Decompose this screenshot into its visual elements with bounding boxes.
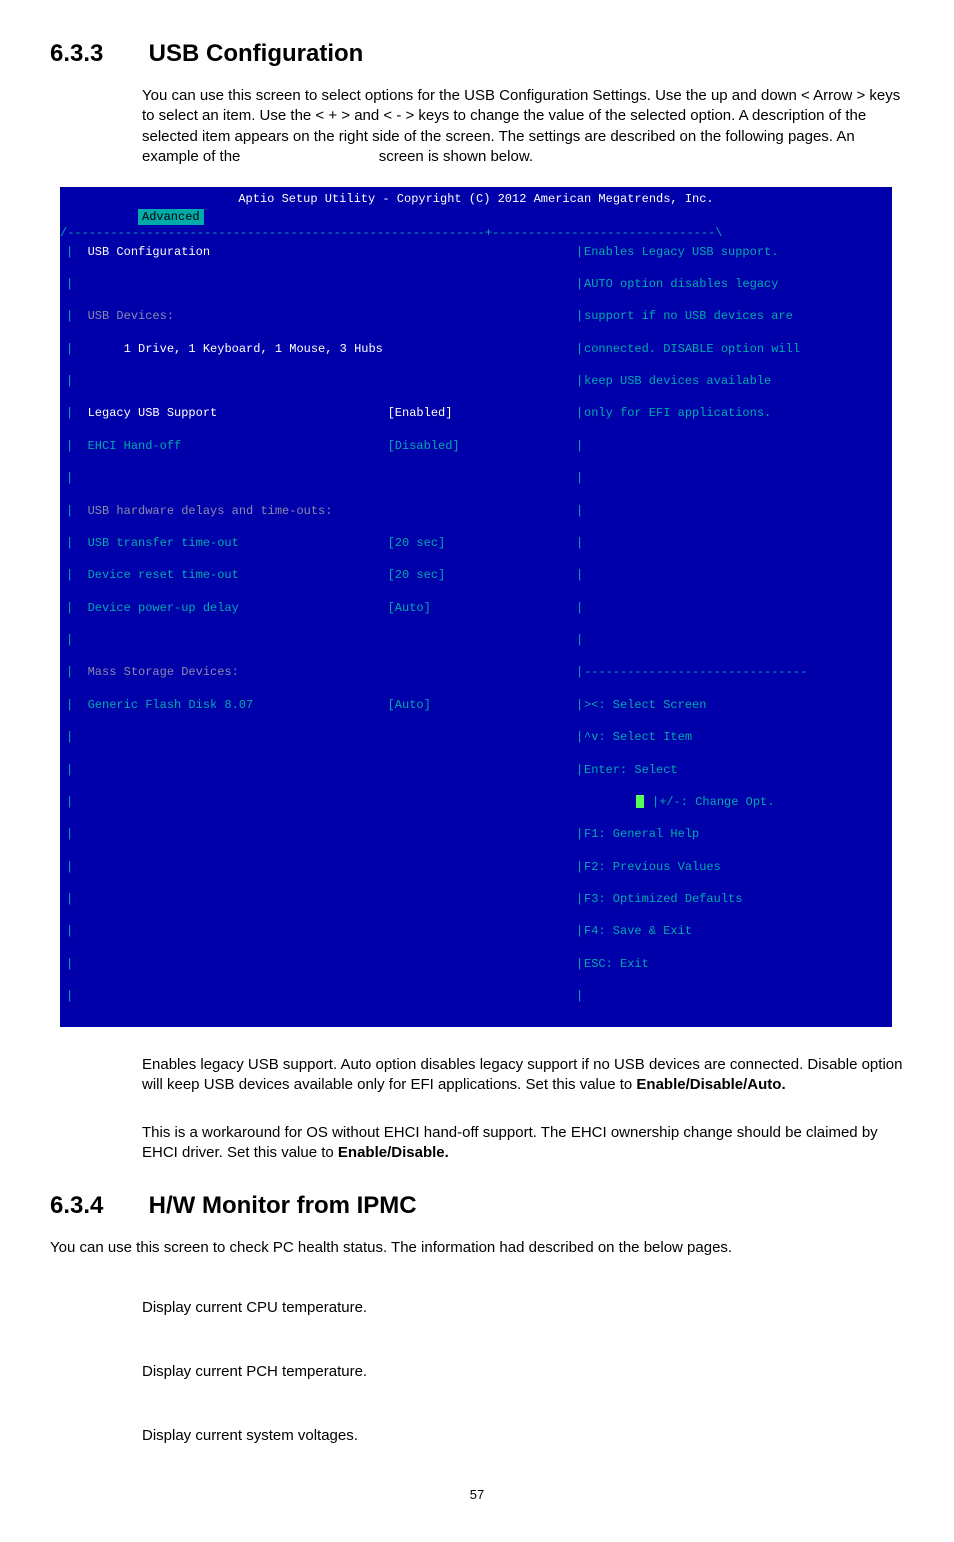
section2-intro: You can use this screen to check PC heal…	[50, 1238, 904, 1258]
bios-left-pane: | USB Configuration | | USB Devices: | 1…	[66, 244, 576, 1021]
section-number-2: 6.3.4	[50, 1192, 142, 1220]
row-power-up: Device power-up delay	[88, 600, 388, 616]
bios-top-divider: /---------------------------------------…	[60, 225, 892, 241]
usb-devices-label: USB Devices:	[88, 309, 174, 323]
bios-cursor	[636, 795, 644, 808]
bios-header: Aptio Setup Utility - Copyright (C) 2012…	[60, 187, 892, 207]
bios-title: USB Configuration	[88, 245, 210, 259]
section-number: 6.3.3	[50, 40, 142, 68]
section-title: USB Configuration	[149, 40, 364, 67]
row-legacy-usb: Legacy USB Support	[88, 405, 388, 421]
page-number: 57	[50, 1487, 904, 1502]
row-transfer-to: USB transfer time-out	[88, 535, 388, 551]
section-heading: 6.3.3 USB Configuration	[50, 40, 904, 68]
timeouts-header: USB hardware delays and time-outs:	[88, 504, 333, 518]
row-flash-disk: Generic Flash Disk 8.07	[88, 697, 388, 713]
option-legacy-usb-desc: Enables legacy USB support. Auto option …	[142, 1055, 904, 1096]
row-ehci: EHCI Hand-off	[88, 438, 388, 454]
hw-item-cpu-temp: Display current CPU temperature.	[142, 1298, 904, 1318]
hw-item-voltages: Display current system voltages.	[142, 1426, 904, 1446]
mass-header: Mass Storage Devices:	[88, 665, 239, 679]
hw-item-pch-temp: Display current PCH temperature.	[142, 1362, 904, 1382]
option-ehci-desc: This is a workaround for OS without EHCI…	[142, 1123, 904, 1164]
bios-help-pane: |Enables Legacy USB support. |AUTO optio…	[576, 244, 886, 1021]
section-heading-2: 6.3.4 H/W Monitor from IPMC	[50, 1192, 904, 1220]
section-intro: You can use this screen to select option…	[142, 86, 904, 167]
bios-screenshot: Aptio Setup Utility - Copyright (C) 2012…	[60, 187, 892, 1027]
bios-tab-advanced: Advanced	[138, 209, 204, 225]
section-title-2: H/W Monitor from IPMC	[149, 1192, 417, 1219]
usb-devices-value: 1 Drive, 1 Keyboard, 1 Mouse, 3 Hubs	[124, 342, 383, 356]
bios-tab-row: Advanced	[138, 209, 204, 225]
row-reset-to: Device reset time-out	[88, 567, 388, 583]
